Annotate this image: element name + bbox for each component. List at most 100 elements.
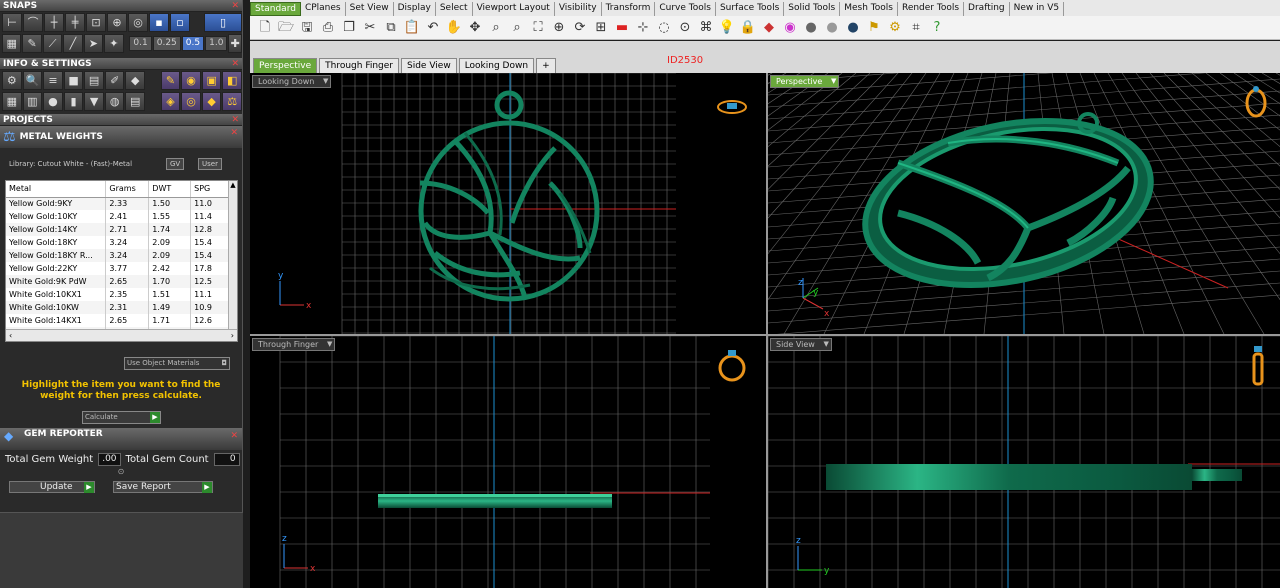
col-metal[interactable]: Metal	[6, 181, 107, 198]
snap-mid-icon[interactable]: ┼	[44, 13, 64, 32]
save-icon[interactable]: 🖫	[298, 19, 316, 37]
snap-value-2[interactable]: 0.25	[152, 36, 181, 51]
scroll-right-icon[interactable]: ›	[231, 330, 237, 341]
snap-cross-icon[interactable]: ✚	[228, 34, 243, 53]
close-icon[interactable]: ✕	[230, 430, 238, 442]
brick-icon[interactable]: ▥	[22, 92, 43, 111]
grid-icon[interactable]: ▦	[2, 92, 22, 111]
light-icon[interactable]: 💡	[718, 19, 736, 37]
scroll-left-icon[interactable]: ‹	[6, 331, 12, 340]
tab-display[interactable]: Display	[394, 2, 436, 16]
tab-standard[interactable]: Standard	[250, 2, 301, 16]
gv-button[interactable]: GV	[166, 158, 185, 170]
snap-circle-icon[interactable]: ◎	[128, 13, 148, 32]
viewport-label-perspective[interactable]: Perspective ▼	[770, 75, 840, 88]
ring-side-icon[interactable]	[1252, 346, 1264, 386]
move-icon[interactable]: ✥	[466, 19, 484, 37]
tab-surface-tools[interactable]: Surface Tools	[716, 2, 785, 16]
ghosted-icon[interactable]: ●	[823, 19, 841, 37]
copy-window-icon[interactable]: ❐	[340, 19, 358, 37]
col-dwt[interactable]: DWT	[148, 181, 192, 198]
color-wheel-icon[interactable]: ◉	[781, 19, 799, 37]
weight-icon[interactable]: ⚖	[222, 92, 243, 111]
viewport-through-finger[interactable]: Through Finger ▼ xz	[250, 336, 766, 588]
snap-value-4[interactable]: 1.0	[205, 36, 228, 51]
help-icon[interactable]: ?	[928, 19, 946, 37]
col-grams[interactable]: Grams	[105, 181, 150, 198]
close-icon[interactable]: ✕	[231, 58, 239, 70]
tab-viewport-layout[interactable]: Viewport Layout	[473, 2, 555, 16]
tab-visibility[interactable]: Visibility	[555, 2, 602, 16]
dropdown-icon[interactable]: ▼	[823, 339, 828, 350]
select-icon[interactable]: ⊙	[676, 19, 694, 37]
collapse-icon[interactable]: ⊙	[0, 467, 242, 477]
tab-solid-tools[interactable]: Solid Tools	[784, 2, 841, 16]
snap-value-3[interactable]: 0.5	[181, 36, 205, 51]
tab-transform[interactable]: Transform	[602, 2, 656, 16]
calculate-button[interactable]: Calculate ▶	[82, 411, 161, 424]
table-row[interactable]: White Gold:14KX1 2.65 1.71 12.6	[6, 314, 230, 327]
ring-icon[interactable]	[718, 350, 746, 382]
dropdown-icon[interactable]: ▼	[327, 339, 332, 350]
table-row[interactable]: White Gold:9K PdW 2.65 1.70 12.5	[6, 275, 230, 288]
viewport-label-through-finger[interactable]: Through Finger ▼	[252, 338, 336, 351]
copy-icon[interactable]: ⧉	[382, 19, 400, 37]
snap-toggle-icon[interactable]: ▯	[204, 13, 242, 32]
tab-mesh-tools[interactable]: Mesh Tools	[840, 2, 898, 16]
print-icon[interactable]: ⎙	[319, 19, 337, 37]
measure-icon[interactable]: ▣	[201, 71, 222, 90]
table-row[interactable]: Yellow Gold:18KY 3.24 2.09 15.4	[6, 236, 230, 249]
snap-center-icon[interactable]: ⊕	[107, 13, 127, 32]
zoom-icon[interactable]: 🔍	[22, 71, 43, 90]
table-hscroll[interactable]: ‹ ›	[6, 329, 237, 341]
cylinder-icon[interactable]: ▮	[63, 92, 84, 111]
update-button[interactable]: Update ▶	[9, 480, 95, 493]
viewport-label-looking-down[interactable]: Looking Down ▼	[252, 75, 332, 88]
viewport-perspective[interactable]: Perspective ▼ x yz	[768, 73, 1280, 334]
shaded-icon[interactable]: ●	[802, 19, 820, 37]
options-gear-icon[interactable]: ⚙	[886, 19, 904, 37]
tab-new-in-v5[interactable]: New in V5	[1010, 2, 1065, 16]
ring-icon[interactable]: ◉	[181, 71, 201, 90]
rendered-icon[interactable]: ●	[844, 19, 862, 37]
save-report-button[interactable]: Save Report ▶	[113, 480, 213, 493]
snap-grid2-icon[interactable]: ▦	[2, 34, 22, 53]
cube-icon[interactable]: ■	[63, 71, 84, 90]
sphere-icon[interactable]: ●	[43, 92, 63, 111]
viewport-label-side-view[interactable]: Side View ▼	[770, 338, 832, 351]
brush-icon[interactable]: ✎	[160, 71, 181, 90]
new-file-icon[interactable]: 🗋	[256, 19, 274, 37]
table-vscroll[interactable]: ▲	[228, 181, 237, 329]
tab-cplanes[interactable]: CPlanes	[301, 2, 346, 16]
viewport-side-view[interactable]: Side View ▼ yz	[768, 336, 1280, 588]
material-icon[interactable]: ◆	[760, 19, 778, 37]
render-icon[interactable]: ◍	[104, 92, 125, 111]
tab-curve-tools[interactable]: Curve Tools	[655, 2, 716, 16]
grid-snap-icon[interactable]: ⊹	[634, 19, 652, 37]
lock-icon[interactable]: 🔒	[739, 19, 757, 37]
zoom-window-icon[interactable]: ⌕	[508, 19, 526, 37]
zoom-icon[interactable]: ⌕	[487, 19, 505, 37]
snap-line-icon[interactable]: ╱	[63, 34, 83, 53]
rotate-view-icon[interactable]: ⟳	[571, 19, 589, 37]
table-row[interactable]: Yellow Gold:9KY 2.33 1.50 11.0	[6, 197, 230, 210]
table-icon[interactable]: ▤	[125, 92, 146, 111]
snap-point-icon[interactable]: ⊡	[86, 13, 106, 32]
user-button[interactable]: User	[198, 158, 222, 170]
snap-ortho-icon[interactable]: ▫	[170, 13, 190, 32]
zoom-extents-icon[interactable]: ⛶	[529, 19, 547, 37]
close-icon[interactable]: ✕	[231, 0, 239, 12]
cut-icon[interactable]: ✂	[361, 19, 379, 37]
ring-icon[interactable]	[717, 100, 747, 114]
export-icon[interactable]: ◧	[222, 71, 243, 90]
snap-grid-icon[interactable]: ╪	[65, 13, 85, 32]
dropdown-icon[interactable]: ▼	[323, 76, 328, 87]
snap-vertex-icon[interactable]: ✦	[104, 34, 124, 53]
table-row[interactable]: White Gold:10KW 2.31 1.49 10.9	[6, 301, 230, 314]
tab-select[interactable]: Select	[436, 2, 473, 16]
table-row[interactable]: Yellow Gold:18KY R... 3.24 2.09 15.4	[6, 249, 230, 262]
snap-curve-icon[interactable]: ⌒	[23, 13, 43, 32]
cplane-set-icon[interactable]: ⌗	[907, 19, 925, 37]
close-icon[interactable]: ✕	[231, 114, 239, 126]
filter-icon[interactable]: ▼	[84, 92, 104, 111]
